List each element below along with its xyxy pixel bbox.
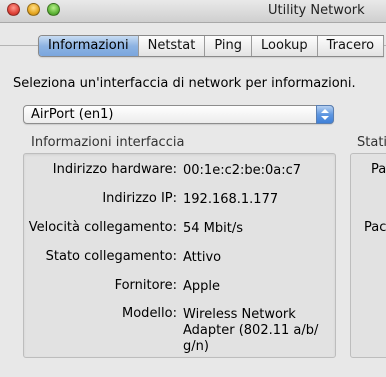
tab-informazioni[interactable]: Informazioni — [39, 36, 139, 56]
interface-select-value: AirPort (en1) — [31, 107, 114, 122]
utility-network-window: Utility Network Informazioni Netstat Pin… — [0, 0, 386, 377]
stats-label-packets-received: Pac — [364, 220, 386, 235]
updown-arrows-icon — [316, 105, 334, 124]
interface-select[interactable]: AirPort (en1) — [23, 105, 334, 124]
vendor-value: Apple — [183, 279, 221, 294]
ip-address-label: Indirizzo IP: — [102, 191, 177, 206]
minimize-window-button[interactable] — [27, 3, 40, 16]
link-speed-label: Velocità collegamento: — [28, 220, 177, 235]
window-title: Utility Network — [268, 3, 365, 18]
hardware-address-value: 00:1e:c2:be:0a:c7 — [183, 163, 302, 178]
tab-bar: Informazioni Netstat Ping Lookup Tracero — [38, 35, 385, 57]
statistics-title: Stati — [357, 135, 386, 150]
tab-netstat[interactable]: Netstat — [139, 36, 206, 56]
stats-label-packets-sent: Pa — [371, 162, 386, 177]
tab-traceroute[interactable]: Tracero — [318, 36, 385, 56]
close-window-button[interactable] — [7, 3, 20, 16]
zoom-window-button[interactable] — [47, 3, 60, 16]
model-value: Wireless Network Adapter (802.11 a/b/ g/… — [183, 307, 319, 354]
tab-lookup[interactable]: Lookup — [252, 36, 318, 56]
select-interface-prompt: Seleziona un'interfaccia di network per … — [13, 76, 356, 91]
hardware-address-label: Indirizzo hardware: — [52, 162, 177, 177]
vendor-label: Fornitore: — [114, 278, 177, 293]
ip-address-value: 192.168.1.177 — [183, 192, 279, 207]
interface-info-title: Informazioni interfaccia — [31, 135, 185, 150]
link-status-value: Attivo — [183, 250, 222, 265]
statistics-panel — [350, 153, 386, 358]
title-bar[interactable]: Utility Network — [0, 0, 386, 23]
link-speed-value: 54 Mbit/s — [183, 221, 244, 236]
model-label: Modello: — [122, 306, 177, 321]
tab-ping[interactable]: Ping — [205, 36, 253, 56]
link-status-label: Stato collegamento: — [45, 249, 177, 264]
